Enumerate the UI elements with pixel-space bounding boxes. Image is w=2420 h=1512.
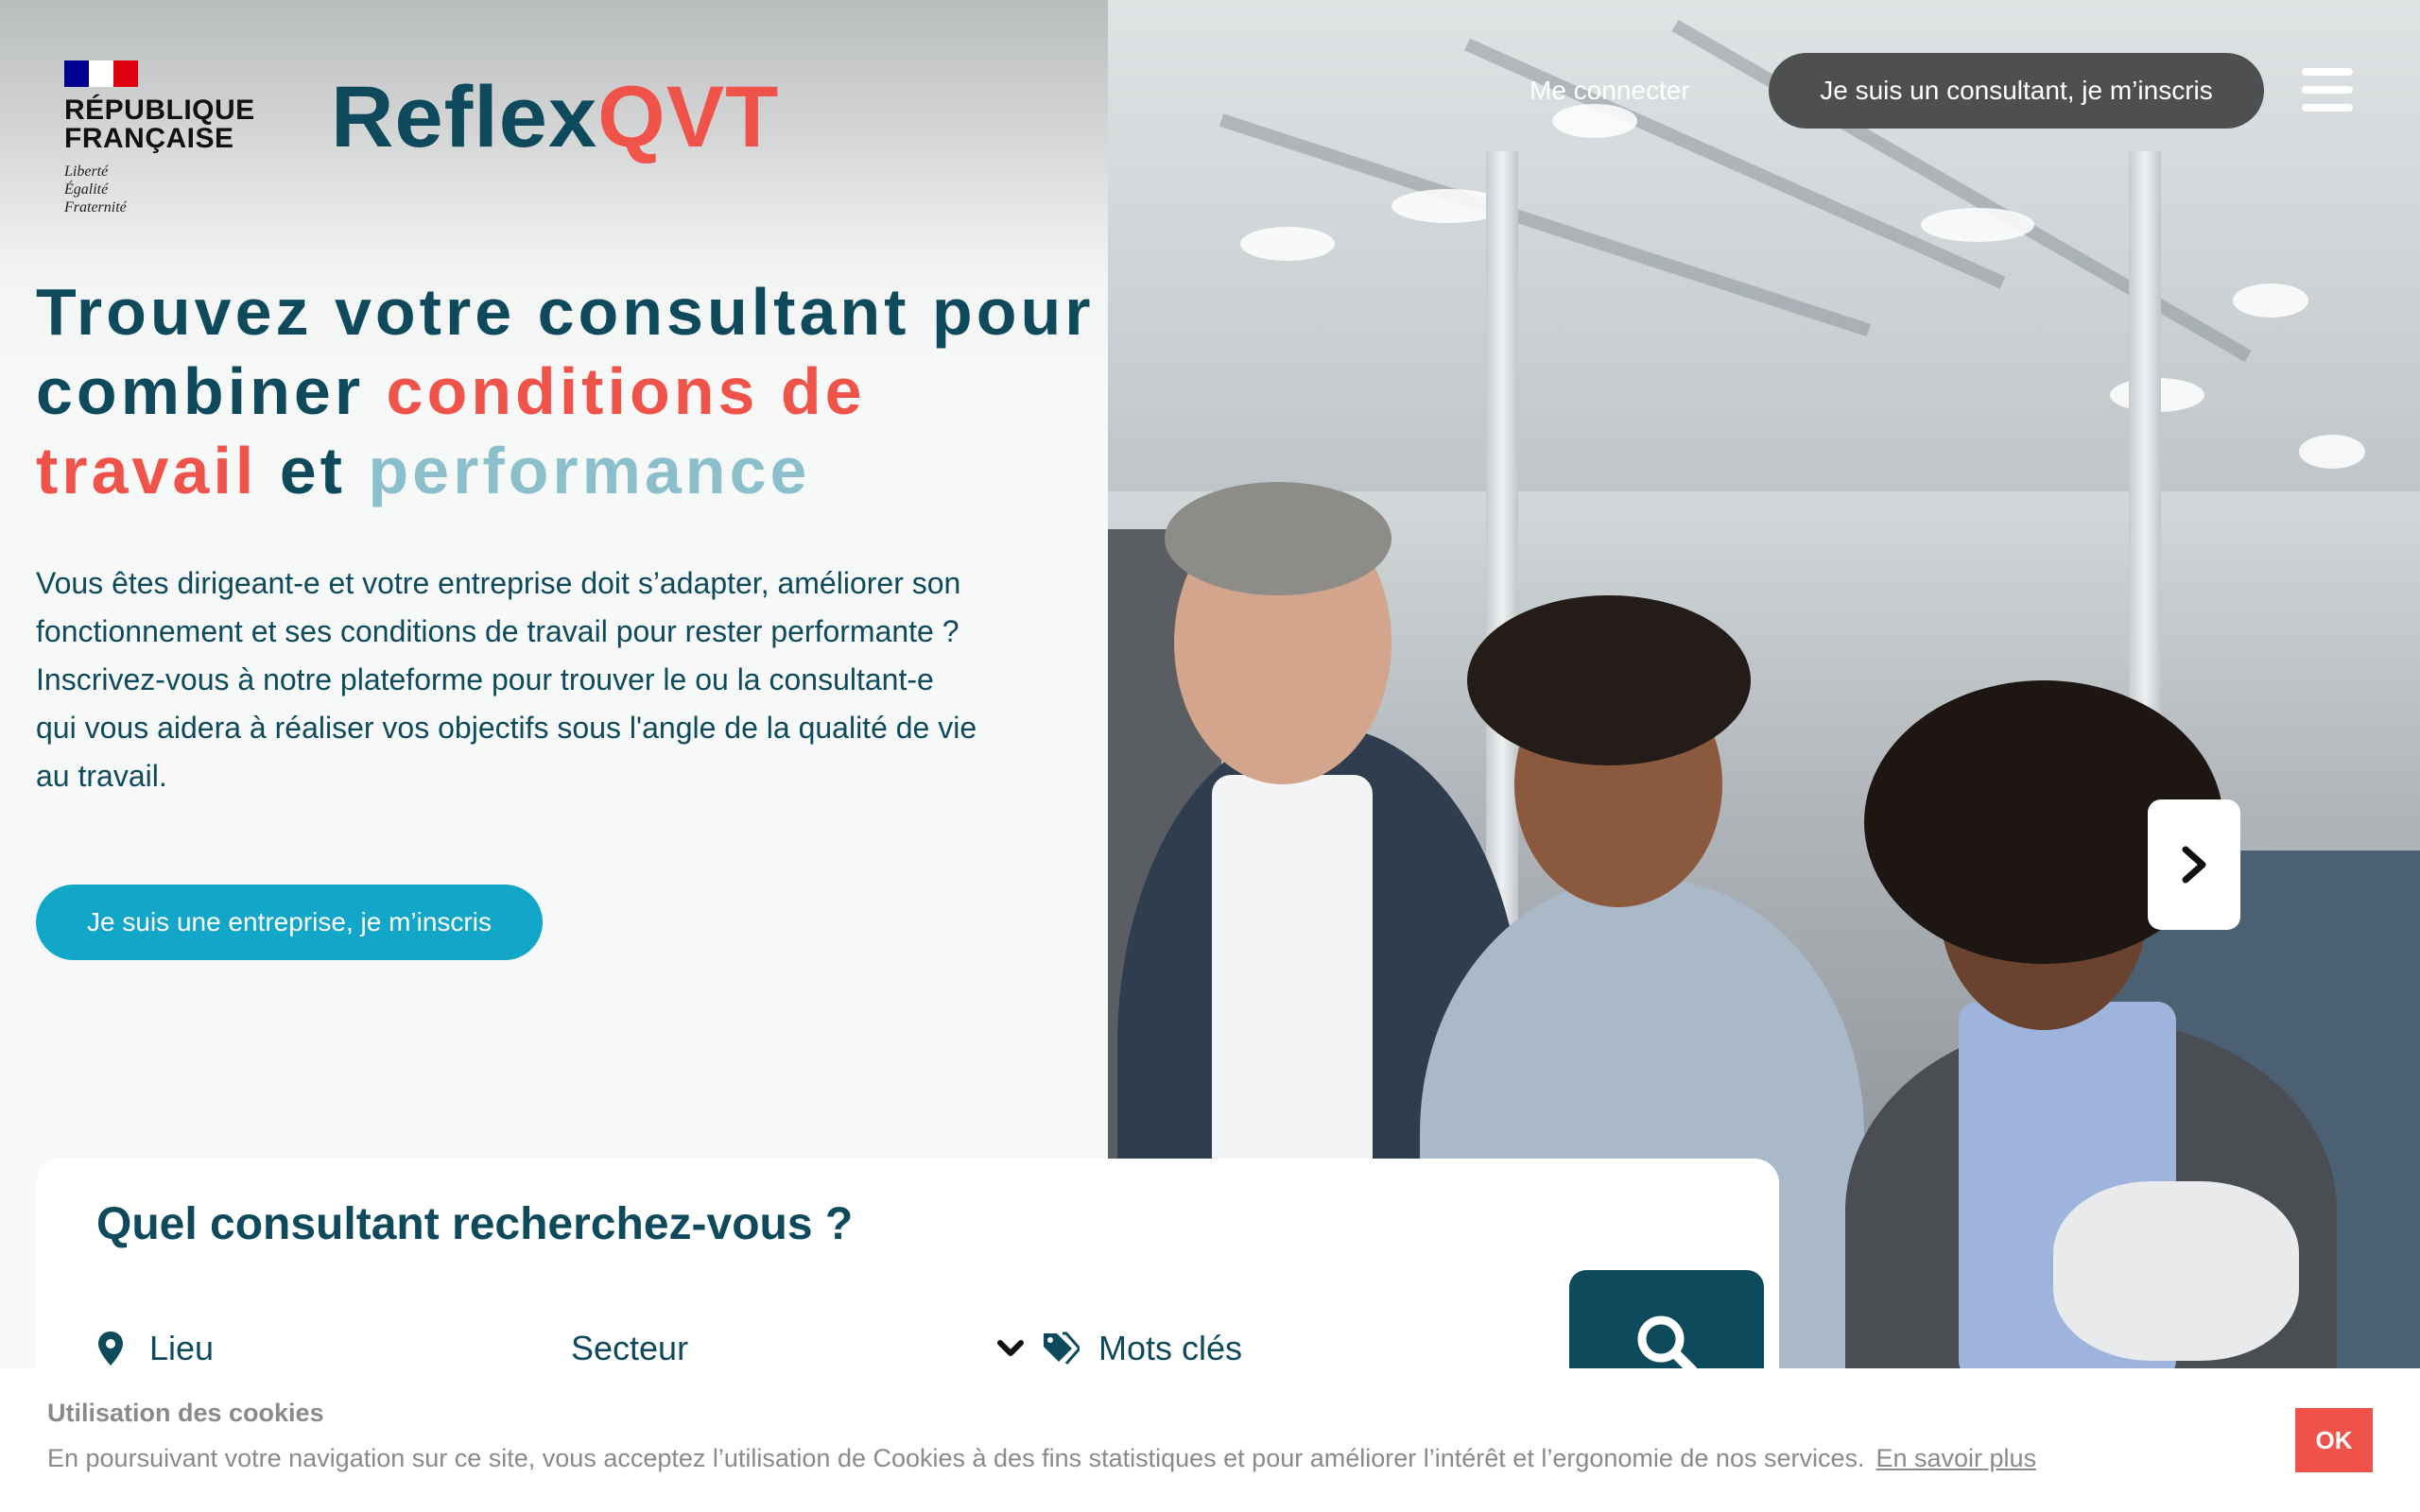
chevron-right-icon <box>2182 846 2206 884</box>
motto-line: Égalité <box>64 181 109 198</box>
sector-label: Secteur <box>571 1329 689 1367</box>
hamburger-menu-icon[interactable] <box>2302 68 2353 112</box>
person-left-hair <box>1165 482 1392 595</box>
intro-paragraph: Vous êtes dirigeant-e et votre entrepris… <box>36 566 961 648</box>
headline-text: et <box>257 434 369 507</box>
location-label: Lieu <box>149 1329 215 1367</box>
cookie-learn-more-link[interactable]: En savoir plus <box>1876 1444 2036 1472</box>
map-pin-icon <box>98 1332 123 1366</box>
cookie-title: Utilisation des cookies <box>47 1399 324 1427</box>
ceiling-light <box>1240 227 1335 261</box>
menu-bar <box>2302 86 2353 94</box>
person-center-hair <box>1467 595 1751 765</box>
cookie-text-row: En poursuivant votre navigation sur ce s… <box>47 1444 2036 1473</box>
headline-highlight-performance: performance <box>368 434 811 507</box>
ceiling-light <box>1921 208 2034 242</box>
brand-part-qvt: QVT <box>597 69 780 165</box>
keywords-label: Mots clés <box>1098 1329 1243 1367</box>
republique-name-line1: RÉPUBLIQUE <box>64 94 255 126</box>
sector-select[interactable]: Secteur <box>571 1329 1025 1368</box>
chevron-down-icon <box>997 1340 1024 1356</box>
menu-bar <box>2302 68 2353 76</box>
search-title: Quel consultant recherchez-vous ? <box>96 1199 854 1249</box>
motto: Liberté Égalité Fraternité <box>64 163 244 216</box>
hero-headline: Trouvez votre consultant pour combiner c… <box>36 272 1104 510</box>
motto-line: Fraternité <box>64 199 127 215</box>
hero-intro: Vous êtes dirigeant-e et votre entrepris… <box>36 559 981 800</box>
cookie-ok-button[interactable]: OK <box>2295 1408 2373 1472</box>
ceiling-light <box>1552 104 1637 138</box>
cookie-banner: Utilisation des cookies En poursuivant v… <box>0 1368 2420 1512</box>
motto-line: Liberté <box>64 163 109 180</box>
reflexqvt-logo[interactable]: ReflexQVT <box>331 70 779 164</box>
login-link[interactable]: Me connecter <box>1530 76 1690 106</box>
intro-paragraph: Inscrivez-vous à notre plateforme pour t… <box>36 662 977 793</box>
republique-francaise-logo[interactable]: RÉPUBLIQUE FRANÇAISE Liberté Égalité Fra… <box>64 60 255 216</box>
keywords-field[interactable]: Mots clés <box>1042 1329 1242 1368</box>
brand-part-reflex: Reflex <box>331 69 598 165</box>
ceiling-light <box>2299 435 2365 469</box>
cookie-text: En poursuivant votre navigation sur ce s… <box>47 1444 1865 1472</box>
hard-hat <box>2053 1181 2299 1361</box>
republique-name-line2: FRANÇAISE <box>64 123 234 154</box>
carousel-next-button[interactable] <box>2148 799 2240 930</box>
company-signup-button[interactable]: Je suis une entreprise, je m’inscris <box>36 885 543 960</box>
menu-bar <box>2302 104 2353 112</box>
consultant-signup-button[interactable]: Je suis un consultant, je m’inscris <box>1769 53 2264 129</box>
location-field[interactable]: Lieu <box>96 1329 214 1368</box>
tags-icon <box>1044 1332 1080 1365</box>
ceiling-light <box>2233 284 2308 318</box>
marianne-flag-icon <box>64 60 138 87</box>
